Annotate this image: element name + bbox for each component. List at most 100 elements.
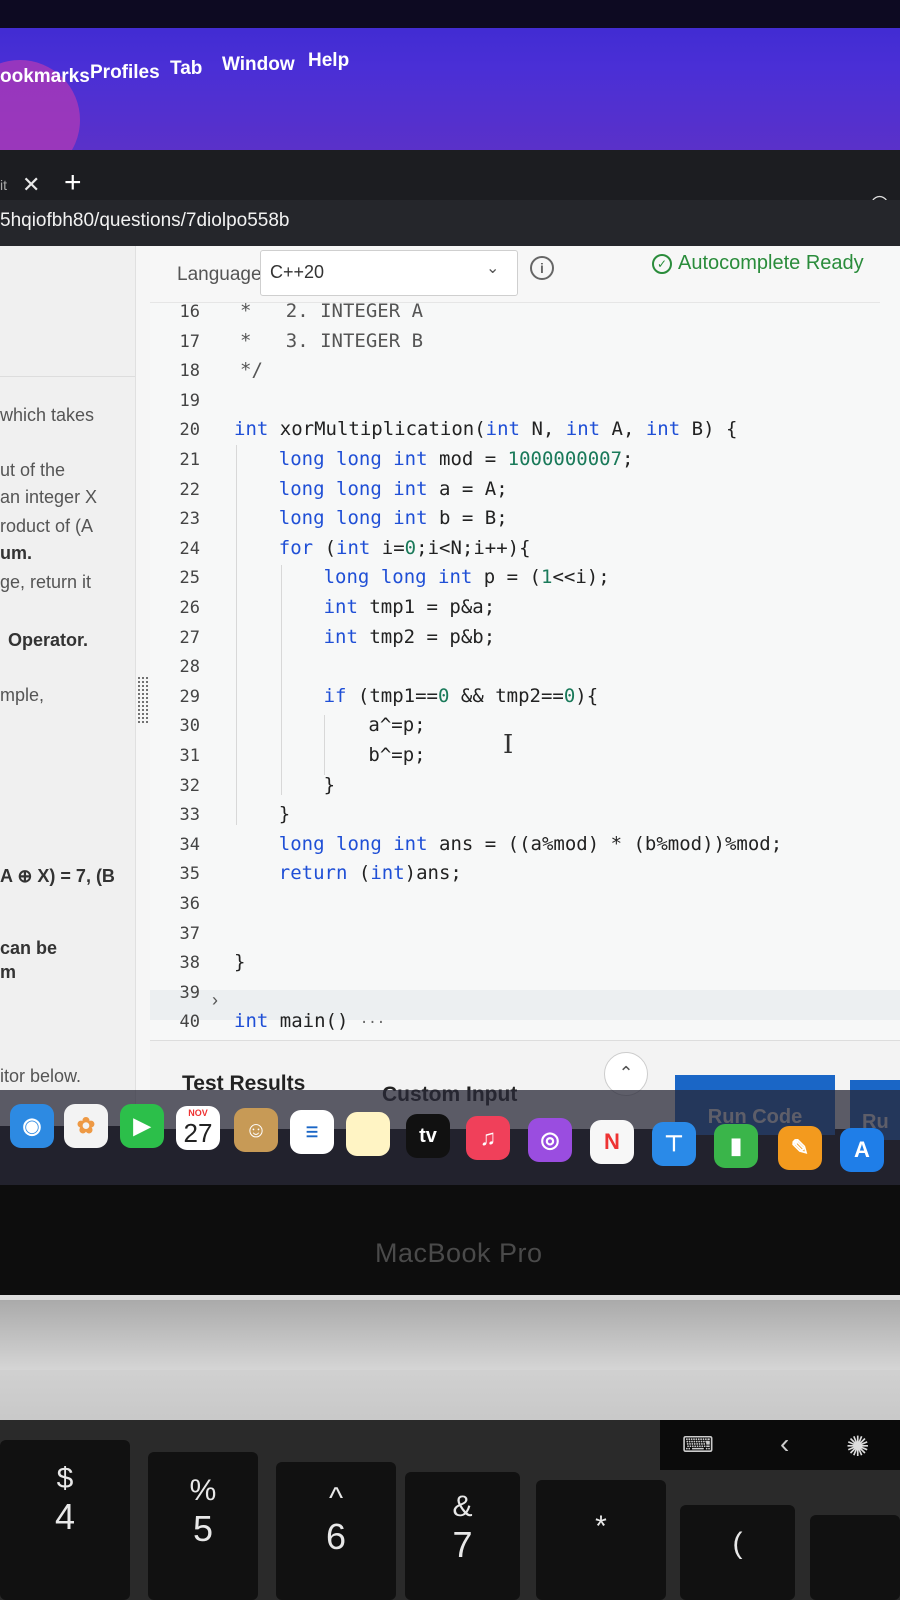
code-line[interactable]: int main() ··· — [234, 1010, 385, 1032]
code-line[interactable]: */ — [240, 359, 263, 381]
code-line[interactable]: long long int b = B; — [279, 507, 508, 529]
notes-icon[interactable] — [346, 1112, 390, 1156]
line-number: 32 — [179, 775, 200, 796]
menu-help[interactable]: Help — [308, 50, 349, 72]
code-line[interactable]: int xorMultiplication(int N, int A, int … — [234, 418, 737, 440]
key-8[interactable]: * — [536, 1480, 666, 1600]
close-tab-icon[interactable]: ✕ — [22, 172, 40, 198]
code-line[interactable]: int tmp1 = p&a; — [324, 596, 496, 618]
key-symbol: ^ — [328, 1482, 344, 1515]
podcasts-icon[interactable]: ◎ — [528, 1118, 572, 1162]
key-digit: 6 — [325, 1516, 347, 1557]
code-line[interactable]: if (tmp1==0 && tmp2==0){ — [324, 685, 599, 707]
code-line[interactable]: long long int p = (1<<i); — [324, 566, 610, 588]
news-icon[interactable]: N — [590, 1120, 634, 1164]
indent-guide — [236, 445, 237, 825]
info-icon[interactable]: i — [530, 256, 554, 280]
indent-guide — [281, 565, 282, 795]
language-label: Language — [177, 264, 262, 285]
line-number: 17 — [179, 331, 200, 352]
problem-text-line: um. — [0, 543, 33, 563]
chevron-left-icon[interactable]: ‹ — [780, 1428, 789, 1460]
code-line[interactable]: * 2. INTEGER A — [240, 300, 423, 322]
keynote-icon[interactable]: ⊤ — [652, 1122, 696, 1166]
code-line[interactable]: * 3. INTEGER B — [240, 330, 423, 352]
key-4[interactable]: $ 4 — [0, 1440, 130, 1600]
new-tab-icon[interactable]: + — [64, 166, 82, 200]
code-line[interactable]: } — [279, 803, 290, 825]
code-line[interactable]: long long int mod = 1000000007; — [279, 448, 634, 470]
problem-text-line: m — [0, 962, 17, 982]
line-number: 27 — [179, 627, 200, 648]
code-line[interactable]: } — [324, 774, 335, 796]
reminders-icon[interactable]: ☰ — [290, 1110, 334, 1154]
key-9[interactable]: ( — [680, 1505, 795, 1600]
calendar-day: 27 — [183, 1118, 213, 1148]
line-number: 35 — [179, 864, 200, 885]
code-line[interactable]: for (int i=0;i<N;i++){ — [279, 537, 531, 559]
line-number: 31 — [179, 746, 200, 766]
code-line[interactable]: long long int a = A; — [279, 478, 508, 500]
line-number: 22 — [179, 479, 200, 500]
menu-window[interactable]: Window — [222, 54, 295, 76]
menu-bookmarks[interactable]: ookmarks — [0, 66, 90, 88]
code-line[interactable]: return (int)ans; — [279, 862, 462, 884]
laptop-hinge — [0, 1300, 900, 1370]
calendar-month: NOV — [188, 1108, 208, 1118]
menu-tab[interactable]: Tab — [170, 58, 202, 80]
macbook-label: MacBook Pro — [375, 1238, 543, 1268]
line-number: 23 — [179, 509, 200, 530]
line-number: 19 — [179, 390, 200, 411]
line-number: 26 — [179, 598, 200, 618]
apple-tv-icon[interactable]: tv — [406, 1114, 450, 1158]
contacts-icon[interactable]: ☺ — [234, 1108, 278, 1152]
autocomplete-status: ✓ Autocomplete Ready — [652, 252, 864, 275]
pages-icon[interactable]: ✎ — [778, 1126, 822, 1170]
key-6[interactable]: ^ 6 — [276, 1462, 396, 1600]
menu-profiles[interactable]: Profiles — [90, 62, 160, 84]
text-cursor-icon: I — [503, 730, 514, 760]
key-5[interactable]: % 5 — [148, 1452, 258, 1600]
menubar-top-shadow — [0, 0, 900, 28]
tab-title[interactable]: it — [0, 177, 7, 193]
autocomplete-label: Autocomplete Ready — [678, 252, 864, 274]
line-number: 20 — [179, 420, 200, 441]
keyboard-icon[interactable]: ⌨ — [682, 1432, 714, 1458]
key-digit: 5 — [192, 1508, 214, 1549]
line-number: 25 — [179, 568, 200, 589]
language-value[interactable]: C++20 — [270, 262, 324, 283]
problem-text-line: mple, — [0, 685, 45, 705]
numbers-icon[interactable]: ▮ — [714, 1124, 758, 1168]
code-line[interactable]: int tmp2 = p&b; — [324, 626, 496, 648]
app-store-icon[interactable]: A — [840, 1128, 884, 1172]
problem-text-line: which takes — [0, 405, 95, 425]
folded-ellipsis[interactable]: ··· — [360, 1015, 385, 1031]
facetime-icon[interactable]: ▶ — [120, 1104, 164, 1148]
url-text[interactable]: 5hqiofbh80/questions/7diolpo558b — [0, 210, 289, 232]
problem-text-line: ge, return it — [0, 572, 92, 592]
maps-icon[interactable]: ◉ — [10, 1104, 54, 1148]
line-number: 30 — [179, 716, 200, 737]
line-number: 40 — [179, 1012, 200, 1033]
chevron-down-icon[interactable]: ⌄ — [486, 258, 499, 278]
code-line[interactable]: } — [234, 951, 245, 973]
chevron-right-icon[interactable]: › — [212, 990, 218, 1011]
code-line[interactable]: b^=p; — [368, 744, 425, 766]
problem-text-line: Operator. — [8, 630, 89, 650]
line-number: 16 — [179, 302, 200, 322]
code-line[interactable]: a^=p; — [368, 714, 425, 736]
code-line[interactable]: long long int ans = ((a%mod) * (b%mod))%… — [279, 833, 782, 855]
problem-text-line: an integer X — [0, 487, 98, 507]
line-number: 18 — [179, 361, 200, 382]
photos-icon[interactable]: ✿ — [64, 1104, 108, 1148]
key-digit: 7 — [452, 1524, 473, 1565]
music-icon[interactable]: ♫ — [466, 1116, 510, 1160]
brightness-icon[interactable]: ✺ — [846, 1430, 869, 1463]
browser-tabbar — [0, 150, 900, 200]
panel-resize-handle[interactable] — [137, 676, 151, 724]
key-symbol: & — [452, 1490, 473, 1523]
key-0[interactable] — [810, 1515, 900, 1600]
tv-label: tv — [419, 1125, 437, 1147]
key-7[interactable]: & 7 — [405, 1472, 520, 1600]
calendar-icon[interactable]: NOV 27 — [176, 1106, 220, 1150]
